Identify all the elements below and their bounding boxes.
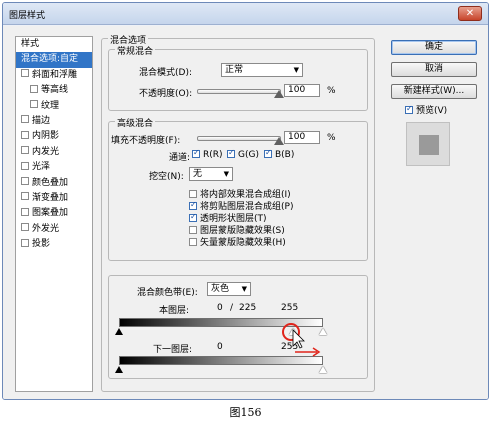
sidebar-item-blending-options[interactable]: 混合选项:自定 xyxy=(16,52,92,68)
checkbox[interactable] xyxy=(21,223,29,232)
checkbox[interactable] xyxy=(227,148,235,158)
checkbox[interactable] xyxy=(21,69,29,78)
sidebar-item-contour[interactable]: 等高线 xyxy=(16,83,92,98)
sidebar-item-pattern-overlay[interactable]: 图案叠加 xyxy=(16,206,92,221)
channel-b[interactable]: B(B) xyxy=(264,148,294,160)
group-title: 高级混合 xyxy=(115,116,156,129)
opacity-slider[interactable] xyxy=(197,89,281,94)
checkbox[interactable] xyxy=(21,146,29,155)
knockout-select[interactable]: 无 ▼ xyxy=(189,167,233,181)
style-preview xyxy=(406,122,450,166)
checkbox[interactable] xyxy=(189,237,197,246)
opacity-input[interactable]: 100 xyxy=(284,84,320,97)
blend-mode-label: 混合模式(D): xyxy=(139,68,192,78)
underlying-layer-label: 下一图层: xyxy=(153,345,193,355)
cancel-button[interactable]: 取消 xyxy=(391,62,477,77)
dialog-body: 样式 混合选项:自定 斜面和浮雕 等高线 纹理 描边 内阴影 内发光 光泽 颜色… xyxy=(3,26,488,399)
sidebar-item-drop-shadow[interactable]: 投影 xyxy=(16,237,92,252)
checkbox[interactable] xyxy=(192,148,200,158)
blend-mode-select[interactable]: 正常 ▼ xyxy=(221,63,303,77)
checkbox[interactable] xyxy=(21,192,29,201)
preview-swatch xyxy=(419,135,439,155)
checkbox[interactable] xyxy=(21,161,29,170)
percent-label: % xyxy=(327,86,336,96)
channel-r[interactable]: R(R) xyxy=(192,148,223,160)
sidebar-item-inner-shadow[interactable]: 内阴影 xyxy=(16,129,92,144)
this-layer-slash: / xyxy=(230,303,234,313)
sidebar-item-styles[interactable]: 样式 xyxy=(16,37,92,52)
checkbox[interactable] xyxy=(264,148,272,158)
sidebar-item-gradient-overlay[interactable]: 渐变叠加 xyxy=(16,191,92,206)
option-vector-mask-hides[interactable]: 矢量蒙版隐藏效果(H) xyxy=(189,235,286,248)
checkbox[interactable] xyxy=(189,225,197,234)
new-style-button[interactable]: 新建样式(W)... xyxy=(391,84,477,99)
checkbox[interactable] xyxy=(405,104,413,114)
this-layer-low: 0 xyxy=(217,303,223,313)
style-list: 样式 混合选项:自定 斜面和浮雕 等高线 纹理 描边 内阴影 内发光 光泽 颜色… xyxy=(15,36,93,392)
fill-opacity-input[interactable]: 100 xyxy=(284,131,320,144)
knockout-label: 挖空(N): xyxy=(149,172,184,182)
sidebar-item-texture[interactable]: 纹理 xyxy=(16,99,92,114)
ok-button[interactable]: 确定 xyxy=(391,40,477,55)
close-button[interactable]: ✕ xyxy=(458,6,482,21)
blend-if-label: 混合颜色带(E): xyxy=(137,288,198,298)
sidebar-item-bevel-emboss[interactable]: 斜面和浮雕 xyxy=(16,68,92,83)
checkbox[interactable] xyxy=(30,84,38,93)
underlying-layer-low: 0 xyxy=(217,342,223,352)
opacity-slider-thumb[interactable] xyxy=(274,90,284,98)
opacity-label: 不透明度(O): xyxy=(139,89,193,99)
checkbox[interactable] xyxy=(21,130,29,139)
window-title: 图层样式 xyxy=(9,11,46,21)
blend-if-group: 混合颜色带(E): 灰色 ▼ 本图层: 0 / 225 255 下一图层: 0 2… xyxy=(108,275,368,379)
this-layer-label: 本图层: xyxy=(159,306,190,316)
checkbox[interactable] xyxy=(30,100,38,109)
checkbox[interactable] xyxy=(189,200,197,210)
advanced-blending-group: 高级混合 填充不透明度(F): 100 % 通道: R(R) G(G) B(B)… xyxy=(108,116,368,261)
annotation-overlay xyxy=(282,323,321,357)
checkbox[interactable] xyxy=(21,207,29,216)
percent-label: % xyxy=(327,133,336,143)
sidebar-item-color-overlay[interactable]: 颜色叠加 xyxy=(16,176,92,191)
preview-checkbox[interactable]: 预览(V) xyxy=(405,103,447,116)
underlying-layer-white-slider[interactable] xyxy=(319,366,327,373)
this-layer-high: 255 xyxy=(281,303,299,313)
channel-g[interactable]: G(G) xyxy=(227,148,259,160)
blending-options-group: 混合选项 常规混合 混合模式(D): 正常 ▼ 不透明度(O): 100 % 高级… xyxy=(101,33,375,392)
checkbox[interactable] xyxy=(189,212,197,222)
layer-style-dialog: 图层样式 ✕ 样式 混合选项:自定 斜面和浮雕 等高线 纹理 描边 内阴影 内发… xyxy=(2,2,489,400)
sidebar-item-satin[interactable]: 光泽 xyxy=(16,160,92,175)
underlying-layer-black-slider[interactable] xyxy=(115,366,123,373)
dropdown-arrow-icon: ▼ xyxy=(223,170,229,178)
sidebar-item-stroke[interactable]: 描边 xyxy=(16,114,92,129)
fill-opacity-label: 填充不透明度(F): xyxy=(111,136,181,146)
checkbox[interactable] xyxy=(21,115,29,124)
general-blending-group: 常规混合 混合模式(D): 正常 ▼ 不透明度(O): 100 % xyxy=(108,44,368,111)
this-layer-split: 225 xyxy=(239,303,257,313)
figure-caption: 图156 xyxy=(229,406,262,419)
fill-opacity-slider[interactable] xyxy=(197,136,281,141)
title-bar: 图层样式 ✕ xyxy=(3,3,488,25)
dropdown-arrow-icon: ▼ xyxy=(293,66,299,74)
group-title: 常规混合 xyxy=(115,44,156,57)
checkbox[interactable] xyxy=(21,177,29,186)
fill-opacity-slider-thumb[interactable] xyxy=(274,137,284,145)
blend-if-select[interactable]: 灰色 ▼ xyxy=(207,282,251,296)
dropdown-arrow-icon: ▼ xyxy=(241,285,247,293)
sidebar-item-inner-glow[interactable]: 内发光 xyxy=(16,145,92,160)
channels-label: 通道: xyxy=(169,153,191,163)
checkbox[interactable] xyxy=(189,189,197,198)
checkbox[interactable] xyxy=(21,238,29,247)
sidebar-item-outer-glow[interactable]: 外发光 xyxy=(16,222,92,237)
this-layer-black-slider[interactable] xyxy=(115,328,123,335)
